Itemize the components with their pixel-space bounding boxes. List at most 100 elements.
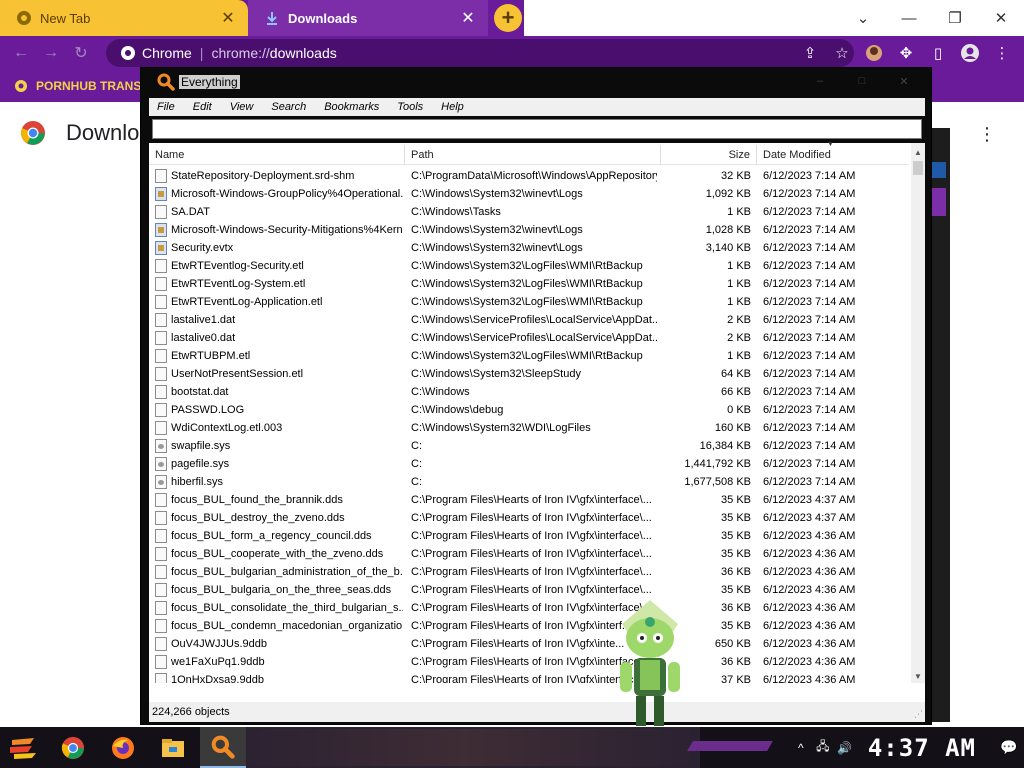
table-row[interactable]: focus_BUL_destroy_the_zveno.dds C:\Progra… [149, 509, 909, 527]
tab-downloads[interactable]: Downloads ✕ [248, 0, 488, 36]
search-input[interactable] [152, 119, 922, 139]
profile-avatar-icon[interactable] [956, 39, 984, 67]
table-row[interactable]: 1QnHxDxsa9.9ddb C:\Program Files\Hearts o… [149, 671, 909, 683]
share-icon[interactable]: ⇪ [796, 39, 824, 67]
scrollbar-thumb[interactable] [913, 161, 923, 175]
table-row[interactable]: we1FaXuPq1.9ddb C:\Program Files\Hearts o… [149, 653, 909, 671]
menu-bookmarks[interactable]: Bookmarks [324, 101, 389, 113]
table-row[interactable]: pagefile.sys C: 1,441,792 KB 6/12/2023 7:14… [149, 455, 909, 473]
restore-button[interactable]: ❐ [932, 0, 978, 36]
file-path-cell: C:\Windows\ServiceProfiles\LocalService\… [411, 314, 657, 326]
reload-icon[interactable]: ↻ [66, 38, 96, 68]
extension-avatar-icon[interactable] [860, 39, 888, 67]
taskbar-firefox-icon[interactable] [100, 727, 146, 768]
table-row[interactable]: EtwRTUBPM.etl C:\Windows\System32\LogFile… [149, 347, 909, 365]
table-row[interactable]: lastalive1.dat C:\Windows\ServiceProfiles… [149, 311, 909, 329]
table-row[interactable]: focus_BUL_cooperate_with_the_zveno.dds C:… [149, 545, 909, 563]
table-row[interactable]: focus_BUL_found_the_brannik.dds C:\Progra… [149, 491, 909, 509]
clock[interactable]: 4:37 AM [868, 734, 976, 762]
file-name-cell: EtwRTEventLog-System.etl [171, 278, 306, 290]
bookmark-item[interactable]: PORNHUB TRANS [14, 79, 141, 93]
table-row[interactable]: Microsoft-Windows-Security-Mitigations%4… [149, 221, 909, 239]
table-row[interactable]: focus_BUL_form_a_regency_council.dds C:\P… [149, 527, 909, 545]
menu-tools[interactable]: Tools [397, 101, 433, 113]
window-controls: ⌄ — ❐ ✕ [840, 0, 1024, 36]
file-path-cell: C: [411, 440, 422, 452]
file-name-cell: focus_BUL_bulgaria_on_the_three_seas.dds [171, 584, 392, 596]
network-icon[interactable]: 🖧 [812, 737, 834, 758]
menu-edit[interactable]: Edit [193, 101, 222, 113]
scroll-up-icon[interactable]: ▲ [911, 145, 925, 159]
tab-search-icon[interactable]: ⌄ [840, 0, 886, 36]
minimize-button[interactable]: – [799, 70, 841, 92]
tab-new-tab[interactable]: New Tab ✕ [0, 0, 248, 36]
extensions-puzzle-icon[interactable]: ✥ [892, 39, 920, 67]
file-size-cell: 36 KB [721, 566, 751, 578]
table-row[interactable]: PASSWD.LOG C:\Windows\debug 0 KB 6/12/2023 … [149, 401, 909, 419]
maximize-button[interactable]: □ [841, 70, 883, 92]
table-row[interactable]: focus_BUL_bulgarian_administration_of_th… [149, 563, 909, 581]
table-row[interactable]: EtwRTEventlog-Security.etl C:\Windows\Sys… [149, 257, 909, 275]
column-header-size[interactable]: Size [661, 145, 757, 165]
table-row[interactable]: SA.DAT C:\Windows\Tasks 1 KB 6/12/2023 7:14… [149, 203, 909, 221]
table-row[interactable]: focus_BUL_condemn_macedonian_organizatio… [149, 617, 909, 635]
close-tab-icon[interactable]: ✕ [218, 8, 238, 28]
vertical-scrollbar[interactable]: ▲ ▼ [911, 143, 925, 683]
address-bar[interactable]: Chrome | chrome:// downloads [106, 39, 854, 67]
minimize-button[interactable]: — [886, 0, 932, 36]
chrome-site-icon [120, 45, 136, 61]
table-row[interactable]: OuV4JWJJUs.9ddb C:\Program Files\Hearts o… [149, 635, 909, 653]
taskbar-file-explorer-icon[interactable] [150, 727, 196, 768]
table-row[interactable]: WdiContextLog.etl.003 C:\Windows\System32… [149, 419, 909, 437]
table-row[interactable]: Microsoft-Windows-GroupPolicy%4Operation… [149, 185, 909, 203]
date-modified-cell: 6/12/2023 7:14 AM [763, 350, 856, 362]
table-row[interactable]: swapfile.sys C: 16,384 KB 6/12/2023 7:14 AM [149, 437, 909, 455]
new-tab-button[interactable]: + [494, 4, 522, 32]
taskbar-everything-icon[interactable] [200, 727, 246, 768]
table-row[interactable]: focus_BUL_consolidate_the_third_bulgaria… [149, 599, 909, 617]
column-header-path[interactable]: Path [405, 145, 661, 165]
system-file-icon [155, 457, 167, 471]
forward-arrow-icon[interactable]: → [36, 38, 66, 68]
menu-help[interactable]: Help [441, 101, 474, 113]
chrome-menu-icon[interactable]: ⋮ [988, 39, 1016, 67]
table-row[interactable]: EtwRTEventLog-Application.etl C:\Windows\… [149, 293, 909, 311]
start-button[interactable] [0, 727, 46, 768]
everything-titlebar[interactable]: Everything – □ ✕ [141, 68, 931, 96]
show-hidden-icons-icon[interactable]: ^ [790, 741, 812, 755]
back-arrow-icon[interactable]: ← [6, 38, 36, 68]
scroll-down-icon[interactable]: ▼ [911, 669, 925, 683]
volume-icon[interactable]: 🔊 [834, 741, 856, 755]
file-name-cell: StateRepository-Deployment.srd-shm [171, 170, 355, 182]
table-row[interactable]: lastalive0.dat C:\Windows\ServiceProfiles… [149, 329, 909, 347]
file-path-cell: C:\Windows\System32\winevt\Logs [411, 188, 583, 200]
close-window-button[interactable]: ✕ [883, 70, 925, 92]
system-tray: ^ 🖧 🔊 4:37 AM 💬 [790, 727, 1024, 768]
table-row[interactable]: bootstat.dat C:\Windows 66 KB 6/12/2023 7:1… [149, 383, 909, 401]
more-options-icon[interactable]: ⋮ [978, 124, 996, 145]
column-header-date-modified[interactable]: Date Modified [757, 145, 909, 165]
table-row[interactable]: UserNotPresentSession.etl C:\Windows\Syst… [149, 365, 909, 383]
date-modified-cell: 6/12/2023 7:14 AM [763, 314, 856, 326]
taskbar-chrome-icon[interactable] [50, 727, 96, 768]
notification-icon[interactable]: 💬 [994, 739, 1024, 756]
file-name-cell: bootstat.dat [171, 386, 229, 398]
side-panel-icon[interactable]: ▯ [924, 39, 952, 67]
event-log-file-icon [155, 187, 167, 201]
menu-search[interactable]: Search [271, 101, 316, 113]
close-tab-icon[interactable]: ✕ [458, 8, 478, 28]
file-size-cell: 35 KB [721, 512, 751, 524]
table-row[interactable]: focus_BUL_bulgaria_on_the_three_seas.dds… [149, 581, 909, 599]
table-row[interactable]: StateRepository-Deployment.srd-shm C:\Pro… [149, 167, 909, 185]
table-row[interactable]: hiberfil.sys C: 1,677,508 KB 6/12/2023 7:14… [149, 473, 909, 491]
menu-view[interactable]: View [230, 101, 264, 113]
table-row[interactable]: Security.evtx C:\Windows\System32\winevt\… [149, 239, 909, 257]
table-row[interactable]: EtwRTEventLog-System.etl C:\Windows\Syste… [149, 275, 909, 293]
file-icon [155, 637, 167, 651]
close-window-button[interactable]: ✕ [978, 0, 1024, 36]
column-header-name[interactable]: Name [149, 145, 405, 165]
resize-grip-icon[interactable]: ⋰ [914, 709, 923, 720]
file-icon [155, 583, 167, 597]
menu-file[interactable]: File [157, 101, 185, 113]
bookmark-star-icon[interactable]: ☆ [828, 39, 856, 67]
